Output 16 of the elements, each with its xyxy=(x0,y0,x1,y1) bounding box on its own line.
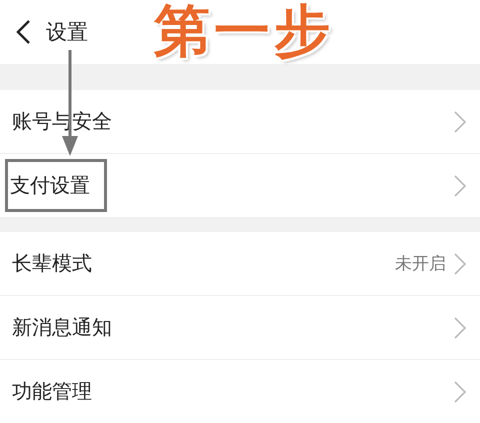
settings-row[interactable]: 功能管理 xyxy=(0,360,480,423)
row-label: 新消息通知 xyxy=(12,315,112,339)
chevron-icon xyxy=(454,252,466,274)
row-value: 未开启 xyxy=(395,253,446,275)
chevron-icon xyxy=(454,174,466,196)
settings-row[interactable]: 长辈模式 未开启 xyxy=(0,232,480,296)
row-label: 支付设置 xyxy=(10,173,90,197)
settings-row[interactable]: 新消息通知 xyxy=(0,296,480,360)
chevron-icon xyxy=(454,316,466,338)
step-label: 第一步 xyxy=(154,4,334,60)
chevron-icon xyxy=(454,380,466,402)
chevron-icon xyxy=(454,110,466,132)
row-label: 功能管理 xyxy=(12,379,92,403)
page-title: 设置 xyxy=(46,19,88,46)
row-label: 长辈模式 xyxy=(12,251,92,275)
back-icon[interactable] xyxy=(14,19,32,45)
